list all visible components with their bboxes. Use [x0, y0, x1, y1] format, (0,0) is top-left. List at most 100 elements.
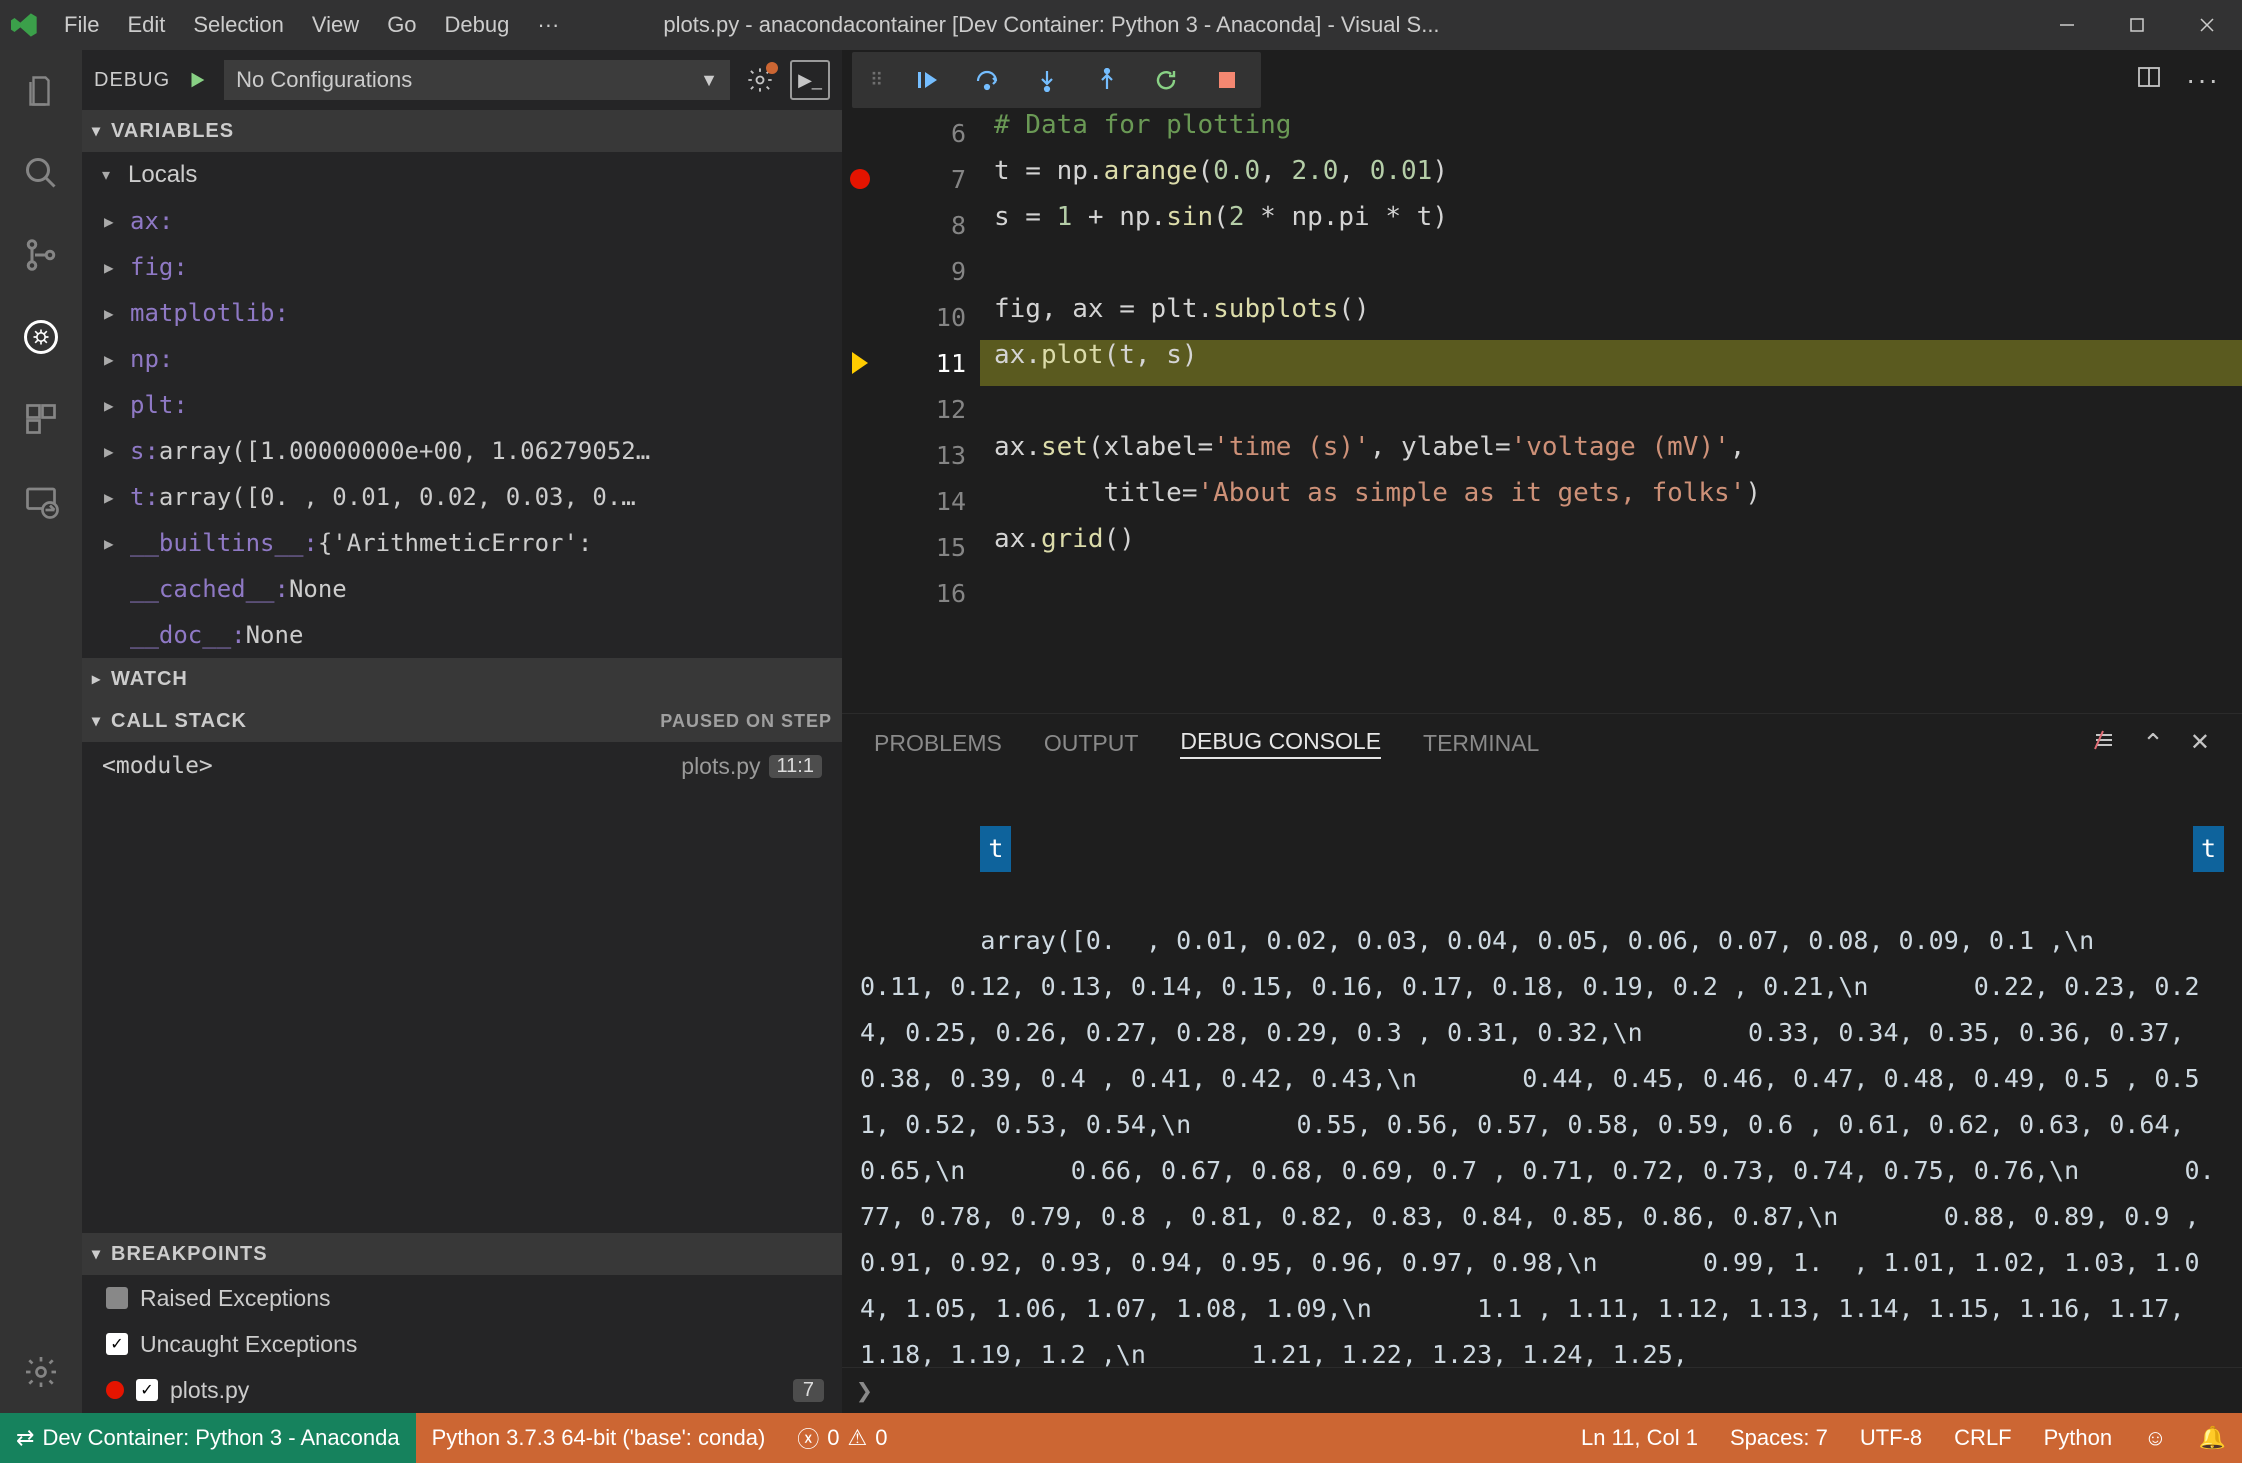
minimize-button[interactable] — [2032, 0, 2102, 50]
line-number[interactable]: 14 — [878, 478, 980, 524]
debug-console-button[interactable]: ▶_ — [790, 60, 830, 100]
line-number[interactable]: 6 — [878, 110, 980, 156]
tab-debug-console[interactable]: DEBUG CONSOLE — [1180, 728, 1381, 759]
variable-row[interactable]: __doc__: None — [82, 612, 842, 658]
variable-row[interactable]: ▶plt: — [82, 382, 842, 428]
scope-locals[interactable]: ▾Locals — [82, 152, 842, 198]
variable-row[interactable]: ▶np: — [82, 336, 842, 382]
search-icon[interactable] — [0, 132, 82, 214]
line-number[interactable]: 11 — [878, 340, 980, 386]
line-number[interactable]: 8 — [878, 202, 980, 248]
indentation[interactable]: Spaces: 7 — [1714, 1425, 1844, 1451]
editor-area: ⠿ ··· 678910111213141516 # Data for plot… — [842, 50, 2242, 1413]
step-over-button[interactable] — [971, 64, 1003, 96]
debug-icon[interactable] — [0, 296, 82, 378]
python-interpreter[interactable]: Python 3.7.3 64-bit ('base': conda) — [416, 1413, 782, 1463]
menu-view[interactable]: View — [298, 0, 373, 50]
code-line[interactable] — [980, 248, 2242, 294]
line-number[interactable]: 15 — [878, 524, 980, 570]
menu-selection[interactable]: Selection — [179, 0, 298, 50]
checkbox-checked-icon[interactable]: ✓ — [136, 1379, 158, 1401]
step-out-button[interactable] — [1091, 64, 1123, 96]
debug-config-label: No Configurations — [236, 67, 412, 93]
notifications-icon[interactable]: 🔔 — [2183, 1425, 2242, 1451]
stop-button[interactable] — [1211, 64, 1243, 96]
problems-status[interactable]: ⓧ0 ⚠0 — [781, 1413, 903, 1463]
configure-gear-button[interactable] — [740, 60, 780, 100]
breakpoint-icon[interactable] — [850, 169, 870, 189]
variable-row[interactable]: ▶ax: — [82, 198, 842, 244]
close-button[interactable] — [2172, 0, 2242, 50]
line-number[interactable]: 16 — [878, 570, 980, 616]
line-number[interactable]: 10 — [878, 294, 980, 340]
extensions-icon[interactable] — [0, 378, 82, 460]
eol[interactable]: CRLF — [1938, 1425, 2027, 1451]
variable-row[interactable]: ▶t: array([0. , 0.01, 0.02, 0.03, 0.… — [82, 474, 842, 520]
debug-label: DEBUG — [94, 69, 170, 92]
code-line[interactable]: t = np.arange(0.0, 2.0, 0.01) — [980, 156, 2242, 202]
variable-row[interactable]: ▶matplotlib: — [82, 290, 842, 336]
menu-go[interactable]: Go — [373, 0, 430, 50]
tab-problems[interactable]: PROBLEMS — [874, 730, 1002, 757]
debug-console-prompt[interactable]: ❯ — [842, 1367, 2242, 1413]
step-into-button[interactable] — [1031, 64, 1063, 96]
callstack-frame[interactable]: <module> plots.py 11:1 — [82, 742, 842, 790]
bp-raised-exceptions[interactable]: Raised Exceptions — [82, 1275, 842, 1321]
code-line[interactable] — [980, 386, 2242, 432]
variables-header[interactable]: ▾VARIABLES — [82, 110, 842, 152]
explorer-icon[interactable] — [0, 50, 82, 132]
line-number[interactable]: 9 — [878, 248, 980, 294]
line-number[interactable]: 13 — [878, 432, 980, 478]
source-control-icon[interactable] — [0, 214, 82, 296]
code-line[interactable]: ax.set(xlabel='time (s)', ylabel='voltag… — [980, 432, 2242, 478]
code-line[interactable]: ax.plot(t, s) — [980, 340, 2242, 386]
encoding[interactable]: UTF-8 — [1844, 1425, 1938, 1451]
breakpoints-header[interactable]: ▾BREAKPOINTS — [82, 1233, 842, 1275]
code-line[interactable] — [980, 570, 2242, 616]
settings-gear-icon[interactable] — [0, 1331, 82, 1413]
line-number[interactable]: 7 — [878, 156, 980, 202]
feedback-icon[interactable]: ☺ — [2128, 1425, 2182, 1451]
variable-row[interactable]: ▶s: array([1.00000000e+00, 1.06279052… — [82, 428, 842, 474]
tab-output[interactable]: OUTPUT — [1044, 730, 1139, 757]
menu-overflow-icon[interactable]: ··· — [523, 0, 573, 50]
drag-grip-icon[interactable]: ⠿ — [870, 70, 883, 91]
debug-config-select[interactable]: No Configurations ▼ — [224, 60, 730, 100]
debug-console-output[interactable]: tt array([0. , 0.01, 0.02, 0.03, 0.04, 0… — [842, 772, 2242, 1367]
bp-uncaught-exceptions[interactable]: ✓ Uncaught Exceptions — [82, 1321, 842, 1367]
code-line[interactable]: ax.grid() — [980, 524, 2242, 570]
start-debug-button[interactable] — [180, 63, 214, 97]
debug-toolbar[interactable]: ⠿ — [852, 52, 1261, 108]
panel-close-button[interactable]: ✕ — [2190, 728, 2210, 759]
restart-button[interactable] — [1151, 64, 1183, 96]
checkbox-checked-icon[interactable]: ✓ — [106, 1333, 128, 1355]
checkbox-unchecked-icon[interactable] — [106, 1287, 128, 1309]
code-line[interactable]: s = 1 + np.sin(2 * np.pi * t) — [980, 202, 2242, 248]
editor-more-button[interactable]: ··· — [2186, 64, 2220, 97]
variable-row[interactable]: __cached__: None — [82, 566, 842, 612]
clear-console-button[interactable] — [2092, 728, 2116, 759]
menu-debug[interactable]: Debug — [431, 0, 524, 50]
watch-header[interactable]: ▸WATCH — [82, 658, 842, 700]
tab-terminal[interactable]: TERMINAL — [1423, 730, 1539, 757]
remote-explorer-icon[interactable] — [0, 460, 82, 542]
variable-row[interactable]: ▶fig: — [82, 244, 842, 290]
split-editor-button[interactable] — [2136, 64, 2162, 97]
remote-indicator[interactable]: ⇄ Dev Container: Python 3 - Anaconda — [0, 1413, 416, 1463]
menu-file[interactable]: File — [50, 0, 113, 50]
maximize-button[interactable] — [2102, 0, 2172, 50]
continue-button[interactable] — [911, 64, 943, 96]
line-number[interactable]: 12 — [878, 386, 980, 432]
code-line[interactable]: fig, ax = plt.subplots() — [980, 294, 2242, 340]
variable-row[interactable]: ▶__builtins__: {'ArithmeticError': — [82, 520, 842, 566]
menu-edit[interactable]: Edit — [113, 0, 179, 50]
callstack-header[interactable]: ▾CALL STACK PAUSED ON STEP — [82, 700, 842, 742]
bp-file[interactable]: ✓ plots.py 7 — [82, 1367, 842, 1413]
cursor-position[interactable]: Ln 11, Col 1 — [1565, 1425, 1714, 1451]
code-line[interactable]: # Data for plotting — [980, 110, 2242, 156]
panel-chevron-up-icon[interactable]: ⌃ — [2142, 728, 2164, 759]
callstack-status: PAUSED ON STEP — [660, 711, 832, 732]
language-mode[interactable]: Python — [2028, 1425, 2129, 1451]
code-line[interactable]: title='About as simple as it gets, folks… — [980, 478, 2242, 524]
code-editor[interactable]: # Data for plottingt = np.arange(0.0, 2.… — [980, 110, 2242, 713]
